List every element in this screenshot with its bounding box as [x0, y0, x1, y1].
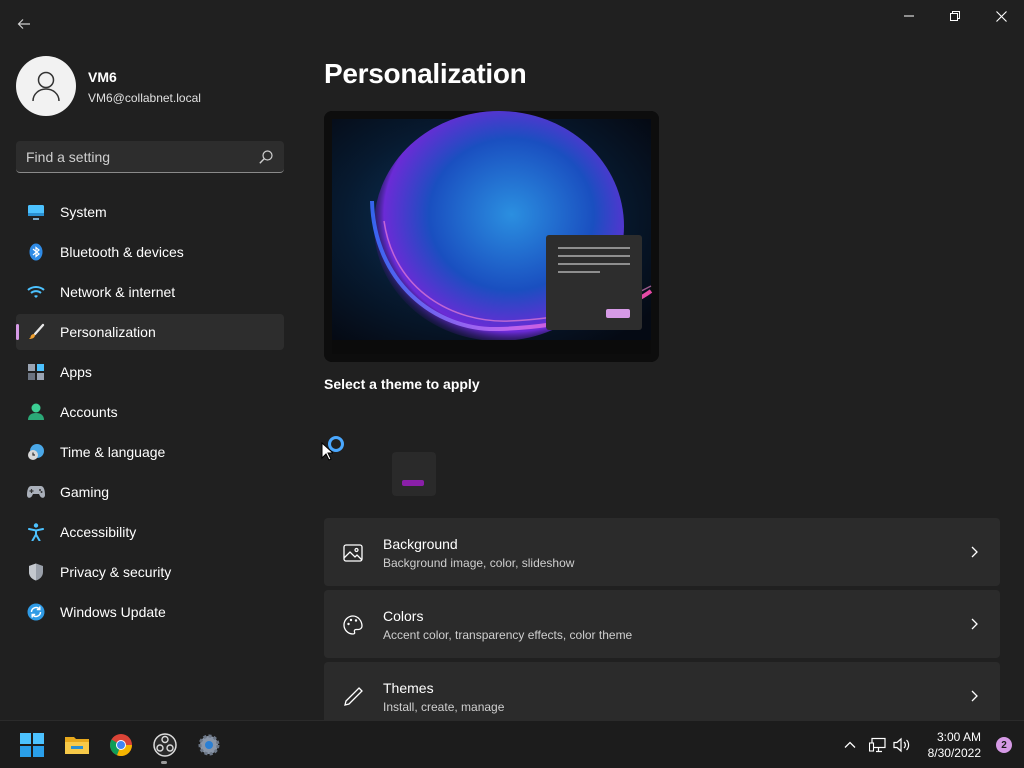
sidebar-item-label: Apps [60, 364, 92, 380]
sidebar-item-label: Windows Update [60, 604, 166, 620]
theme-thumbnail[interactable] [392, 452, 436, 496]
sidebar-item-label: Bluetooth & devices [60, 244, 184, 260]
chevron-up-icon [844, 741, 856, 748]
mouse-cursor-icon [321, 442, 333, 461]
theme-thumbnail-accent-bar [402, 480, 424, 486]
minimize-icon [904, 15, 914, 17]
sidebar-item-accounts[interactable]: Accounts [16, 394, 284, 430]
sidebar-item-label: System [60, 204, 107, 220]
bluetooth-icon [26, 242, 46, 262]
sidebar-item-label: Network & internet [60, 284, 176, 300]
sidebar-item-label: Personalization [60, 324, 156, 340]
chevron-right-icon [971, 690, 978, 702]
search-box [16, 141, 284, 173]
image-icon [343, 544, 363, 562]
profile-email: VM6@collabnet.local [88, 91, 201, 105]
user-profile[interactable]: VM6 VM6@collabnet.local [16, 56, 296, 118]
card-title: Background [383, 536, 458, 552]
taskbar: 3:00 AM 8/30/2022 2 [0, 720, 1024, 768]
network-monitor-icon [869, 737, 886, 753]
card-subtitle: Accent color, transparency effects, colo… [383, 628, 633, 642]
taskbar-chrome[interactable] [107, 731, 135, 759]
chevron-right-icon [971, 618, 978, 630]
theme-section-label: Select a theme to apply [324, 376, 480, 392]
sidebar-item-label: Privacy & security [60, 564, 172, 580]
user-icon [32, 71, 60, 102]
sidebar-item-network[interactable]: Network & internet [16, 274, 284, 310]
taskbar-obs[interactable] [151, 731, 179, 759]
clock-date: 8/30/2022 [927, 746, 981, 760]
sidebar: VM6 VM6@collabnet.local System Bluetooth… [0, 40, 300, 720]
apps-icon [26, 362, 46, 382]
sidebar-item-system[interactable]: System [16, 194, 284, 230]
close-icon [995, 10, 1007, 22]
start-button[interactable] [18, 731, 46, 759]
sidebar-item-time-language[interactable]: Time & language [16, 434, 284, 470]
card-subtitle: Background image, color, slideshow [383, 556, 575, 570]
running-indicator [161, 761, 167, 764]
sidebar-item-accessibility[interactable]: Accessibility [16, 514, 284, 550]
minimize-button[interactable] [886, 0, 932, 32]
update-icon [26, 602, 46, 622]
close-button[interactable] [978, 0, 1024, 32]
card-title: Themes [383, 680, 434, 696]
sidebar-item-personalization[interactable]: Personalization [16, 314, 284, 350]
sidebar-item-windows-update[interactable]: Windows Update [16, 594, 284, 630]
colors-card[interactable]: Colors Accent color, transparency effect… [324, 590, 1000, 658]
sidebar-item-label: Gaming [60, 484, 110, 500]
tray-volume[interactable] [888, 731, 916, 759]
shield-icon [26, 562, 46, 582]
wallpaper-bloom-image [324, 111, 659, 362]
sidebar-item-label: Time & language [60, 444, 166, 460]
avatar [16, 56, 76, 116]
page-title: Personalization [324, 58, 527, 89]
clock-globe-icon [26, 442, 46, 462]
taskbar-settings[interactable] [195, 731, 223, 759]
profile-name: VM6 [88, 69, 117, 85]
main-content: Personalization Select a theme to apply … [321, 40, 1000, 730]
sidebar-item-gaming[interactable]: Gaming [16, 474, 284, 510]
taskbar-file-explorer[interactable] [63, 731, 91, 759]
restore-icon [950, 11, 960, 21]
clock-time: 3:00 AM [936, 730, 981, 744]
accounts-icon [26, 402, 46, 422]
restore-button[interactable] [932, 0, 978, 32]
card-title: Colors [383, 608, 424, 624]
title-bar [0, 0, 1024, 40]
gamepad-icon [26, 482, 46, 502]
palette-icon [343, 615, 363, 635]
back-button[interactable] [10, 10, 38, 38]
gear-icon [198, 734, 220, 756]
search-icon[interactable] [258, 149, 274, 165]
theme-preview [324, 111, 659, 362]
window-controls [886, 0, 1024, 32]
brush-icon [26, 322, 46, 342]
back-arrow-icon [17, 19, 30, 29]
accessibility-icon [26, 522, 46, 542]
search-input[interactable] [26, 141, 246, 172]
background-card[interactable]: Background Background image, color, slid… [324, 518, 1000, 586]
tray-overflow-button[interactable] [836, 731, 864, 759]
sidebar-item-label: Accounts [60, 404, 118, 420]
folder-icon [65, 737, 89, 754]
taskbar-clock[interactable]: 3:00 AM 8/30/2022 [928, 729, 981, 761]
pen-icon [344, 687, 363, 706]
obs-icon [153, 733, 177, 757]
sidebar-item-bluetooth[interactable]: Bluetooth & devices [16, 234, 284, 270]
chrome-icon [109, 734, 133, 757]
speaker-icon [893, 737, 910, 753]
wifi-icon [26, 282, 46, 302]
system-icon [26, 202, 46, 222]
card-subtitle: Install, create, manage [383, 700, 505, 714]
sidebar-item-apps[interactable]: Apps [16, 354, 284, 390]
sidebar-item-label: Accessibility [60, 524, 137, 540]
sidebar-nav: System Bluetooth & devices Network & int… [16, 194, 284, 634]
windows-logo-icon [20, 733, 44, 757]
preview-dialog [546, 235, 642, 330]
sidebar-item-privacy-security[interactable]: Privacy & security [16, 554, 284, 590]
chevron-right-icon [971, 546, 978, 558]
notification-badge[interactable]: 2 [996, 737, 1012, 753]
